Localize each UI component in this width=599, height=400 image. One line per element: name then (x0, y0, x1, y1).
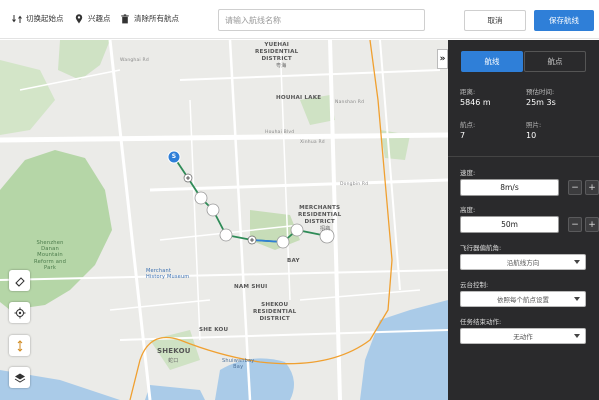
gimbal-label: 云台控制: (460, 281, 489, 289)
altitude-increase-button[interactable]: + (585, 217, 599, 232)
map-label-houhai-lake: HOUHAI LAKE (276, 95, 322, 101)
map-label-shekou: SHEKOU (157, 347, 191, 355)
altitude-decrease-button[interactable]: − (568, 217, 582, 232)
distance-value: 5846 m (460, 98, 491, 107)
save-route-button[interactable]: 保存航线 (534, 10, 594, 31)
photos-label: 照片: (526, 121, 542, 129)
chevron-down-icon (574, 260, 580, 264)
map-label-shekou-residential: SHEKOU RESIDENTIAL DISTRICT (253, 302, 297, 322)
speed-label: 速度: (460, 169, 476, 177)
altitude-label: 高度: (460, 206, 476, 214)
trash-icon (121, 13, 129, 23)
map-label-yuehai: YUEHAI RESIDENTIAL DISTRICT (255, 42, 299, 62)
switch-icon (12, 14, 22, 23)
speed-decrease-button[interactable]: − (568, 180, 582, 195)
time-label: 预估时间: (526, 88, 555, 96)
distance-label: 距离: (460, 88, 476, 96)
waypoints-count-value: 7 (460, 131, 466, 140)
cancel-button[interactable]: 取消 (464, 10, 526, 31)
heading-select-value: 沿航线方向 (506, 259, 540, 267)
map-label-merchants-cn: 招商 (320, 226, 331, 232)
locate-tool-button[interactable] (9, 302, 30, 323)
map-label-shuiwan-bay: Shuiwanbay Bay (222, 358, 255, 370)
switch-start-label: 切换起始点 (26, 14, 64, 23)
map-label-shenzhen-park: Shenzhen Danan Mountain Reform and Park (34, 240, 67, 271)
eraser-icon (14, 276, 25, 287)
altitude-icon (17, 339, 22, 352)
map-base (0, 40, 448, 400)
route-settings-panel: 航线 航点 距离: 5846 m 预估时间: 25m 3s 航点: 7 照片: … (448, 40, 599, 400)
map-canvas[interactable]: S YUEHAI RESIDENTIAL DISTRICT 粤海 HOUHAI … (0, 40, 448, 400)
start-waypoint-label: S (171, 152, 177, 160)
interest-point-button[interactable]: 兴趣点 (74, 13, 111, 24)
map-label-nam-shui: NAM SHUI (234, 284, 268, 290)
layers-icon (14, 373, 25, 383)
clear-waypoints-label: 清除所有航点 (134, 14, 179, 23)
map-label-houhai-blvd: Houhai Blvd (265, 130, 295, 135)
altitude-input[interactable]: 50m (460, 216, 559, 233)
altitude-tool-button[interactable] (9, 335, 30, 356)
chevron-down-icon (574, 334, 580, 338)
finish-action-select[interactable]: 无动作 (460, 328, 586, 344)
map-label-nanshan-rd: Nanshan Rd (335, 100, 365, 105)
heading-select[interactable]: 沿航线方向 (460, 254, 586, 270)
photos-value: 10 (526, 131, 537, 140)
speed-input[interactable]: 8m/s (460, 179, 559, 196)
map-label-yuehai-cn: 粤海 (276, 63, 287, 69)
tab-route[interactable]: 航线 (461, 51, 523, 72)
clear-waypoints-button[interactable]: 清除所有航点 (120, 13, 179, 24)
map-label-wanghai-rd: Wanghai Rd (120, 58, 149, 63)
top-toolbar: 切换起始点 兴趣点 清除所有航点 取消 保存航线 (0, 0, 599, 39)
finish-action-select-value: 无动作 (513, 333, 533, 341)
map-label-dongbin-rd: Dongbin Rd (340, 182, 369, 187)
map-label-merchants: MERCHANTS RESIDENTIAL DISTRICT (298, 205, 342, 225)
panel-divider (448, 156, 599, 157)
finish-action-label: 任务结束动作: (460, 318, 502, 326)
gimbal-select-value: 依照每个航点设置 (497, 296, 549, 304)
time-value: 25m 3s (526, 98, 556, 107)
map-pin-icon (75, 13, 83, 23)
waypoints-count-label: 航点: (460, 121, 476, 129)
eraser-tool-button[interactable] (9, 270, 30, 291)
map-label-xinhua-rd: Xinhua Rd (300, 140, 325, 145)
switch-start-button[interactable]: 切换起始点 (12, 13, 64, 24)
map-label-bay: BAY (287, 258, 300, 264)
layers-tool-button[interactable] (9, 367, 30, 388)
heading-label: 飞行器偏航角: (460, 244, 502, 252)
tab-waypoint[interactable]: 航点 (524, 51, 586, 72)
map-label-merchant-museum: Merchant History Museum (146, 268, 190, 280)
speed-increase-button[interactable]: + (585, 180, 599, 195)
locate-icon (14, 307, 25, 318)
interest-point-label: 兴趣点 (88, 14, 111, 23)
double-chevron-right-icon: » (439, 54, 446, 64)
map-label-she-kou: SHE KOU (199, 327, 229, 333)
gimbal-select[interactable]: 依照每个航点设置 (460, 291, 586, 307)
chevron-down-icon (574, 297, 580, 301)
map-label-shekou-cn: 蛇口 (168, 358, 179, 364)
collapse-panel-button[interactable]: » (437, 49, 448, 69)
route-name-input[interactable] (218, 9, 425, 31)
